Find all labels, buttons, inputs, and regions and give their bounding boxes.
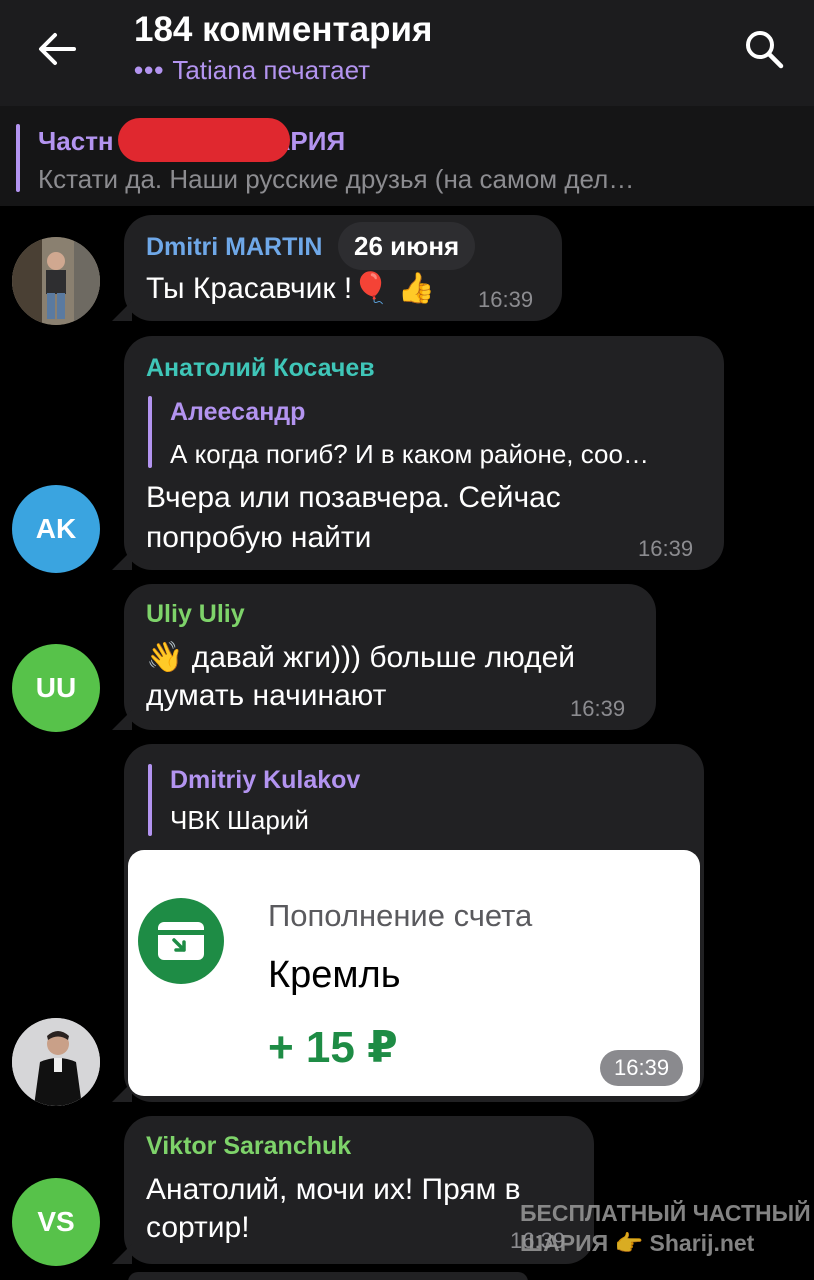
avatar[interactable]: VS [12,1178,100,1266]
message-author[interactable]: Анатолий Косачев [146,354,375,383]
card-recipient: Кремль [268,954,401,996]
avatar[interactable]: AK [12,485,100,573]
search-icon[interactable] [742,27,786,71]
avatar[interactable] [12,237,100,325]
message-text-line: Анатолий, мочи их! Прям в [146,1173,521,1206]
reply-text: ЧВК Шарий [170,805,309,835]
pinned-text: Кстати да. Наши русские друзья (на самом… [38,164,635,194]
next-message-bubble [128,1272,528,1280]
message-time: 16:39 [478,287,534,312]
wallet-icon [138,898,224,984]
typing-dots: ••• [134,55,165,85]
reply-author[interactable]: Dmitriy Kulakov [170,766,360,795]
reply-author[interactable]: Алеесандр [170,398,305,427]
card-label: Пополнение счета [268,898,533,933]
watermark: БЕСПЛАТНЫЙ ЧАСТНЫЙ ШАРИЯ 👉 Sharij.net [520,1198,811,1258]
pinned-title-start: Частн [38,126,114,156]
message-time: 16:39 [600,1050,684,1086]
pinned-accent-bar [16,124,20,192]
message-author[interactable]: Viktor Saranchuk [146,1132,351,1161]
reply-text: А когда погиб? И в каком районе, соо… [170,439,649,469]
message-author[interactable]: Uliy Uliy [146,600,245,629]
watermark-line: ШАРИЯ 👉 Sharij.net [520,1230,755,1256]
payment-screenshot[interactable]: Пополнение счета Кремль + 15 ₽ 16:39 [128,850,700,1096]
chat-header: 184 комментария ••• Tatiana печатает [0,0,814,106]
typing-text: Tatiana печатает [172,55,371,85]
redaction-mark [118,118,290,162]
reply-accent-bar [148,764,152,836]
avatar[interactable] [12,1018,100,1106]
typing-indicator: ••• Tatiana печатает [134,55,370,86]
arrow-left-icon[interactable] [34,26,80,72]
message-time: 16:39 [570,696,626,721]
message-author[interactable]: Dmitri MARTIN [146,233,322,262]
message-bubble[interactable]: Uliy Uliy 👋 давай жги))) больше людей ду… [112,584,656,730]
avatar[interactable]: UU [12,644,100,732]
message-text: Ты Красавчик !🎈 👍 [146,272,436,305]
message-text-line: попробую найти [146,521,372,554]
chat-title: 184 комментария [134,10,433,49]
reply-accent-bar [148,396,152,468]
message-text-line: Вчера или позавчера. Сейчас [146,481,561,514]
message-bubble[interactable]: Анатолий Косачев Алеесандр А когда погиб… [112,336,724,570]
message-text-line: сортир! [146,1211,250,1244]
date-pill: 26 июня [338,222,476,270]
message-text-line: думать начинают [146,679,387,712]
pinned-message[interactable]: Частн АРИЯ Кстати да. Наши русские друзья… [0,106,814,206]
person-photo-icon [12,237,100,325]
card-amount: + 15 ₽ [268,1023,398,1072]
person-photo-icon [12,1018,100,1106]
message-time: 16:39 [638,536,694,561]
watermark-line: БЕСПЛАТНЫЙ ЧАСТНЫЙ [520,1200,811,1226]
message-text-line: 👋 давай жги))) больше людей [146,641,576,674]
